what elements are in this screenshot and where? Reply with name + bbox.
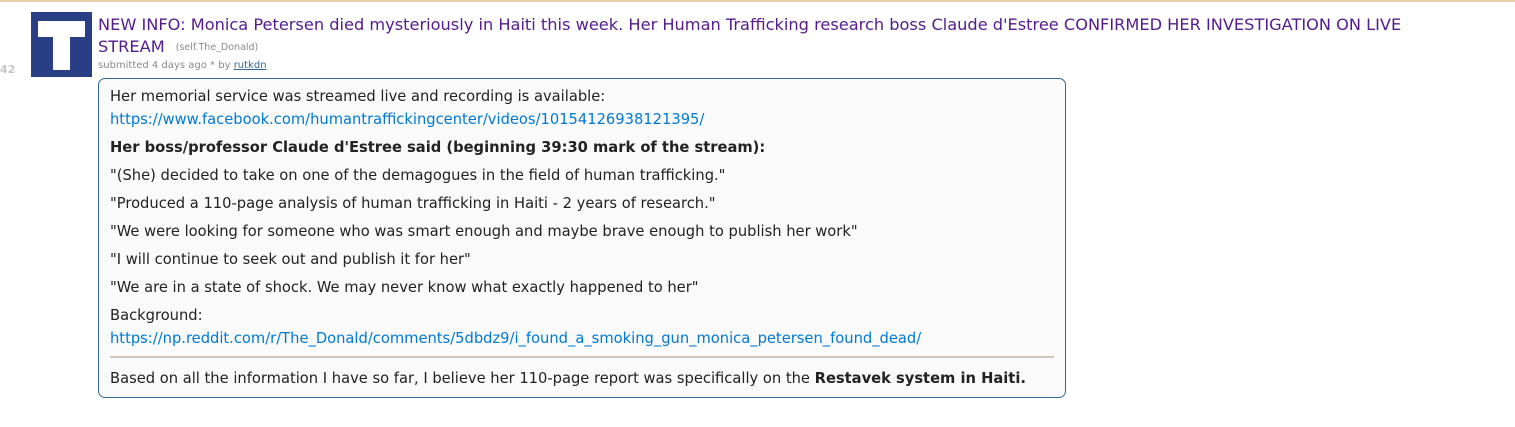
quote-2: "Produced a 110-page analysis of human t… — [110, 195, 716, 212]
t-logo-icon — [31, 12, 92, 77]
author-link[interactable]: rutkdn — [234, 60, 267, 71]
submitted-time: submitted 4 days ago — [98, 60, 207, 71]
selftext-body: Her memorial service was streamed live a… — [98, 78, 1066, 398]
section-divider — [110, 356, 1054, 358]
quote-4: "I will continue to seek out and publish… — [110, 251, 471, 268]
quote-3: "We were looking for someone who was sma… — [110, 223, 858, 240]
memorial-line: Her memorial service was streamed live a… — [110, 88, 606, 105]
background-reddit-link[interactable]: https://np.reddit.com/r/The_Donald/comme… — [110, 330, 921, 347]
background-label: Background: — [110, 307, 203, 324]
post-domain[interactable]: (self.The_Donald) — [176, 42, 259, 53]
memorial-paragraph: Her memorial service was streamed live a… — [110, 85, 1054, 131]
post-title-block: NEW INFO: Monica Petersen died mysteriou… — [98, 14, 1508, 58]
post-title-link[interactable]: NEW INFO: Monica Petersen died mysteriou… — [98, 15, 1401, 56]
background-paragraph: Background: https://np.reddit.com/r/The_… — [110, 304, 1054, 350]
header-divider — [0, 0, 1515, 2]
facebook-video-link[interactable]: https://www.facebook.com/humantraffickin… — [110, 111, 704, 128]
conclusion-text: Based on all the information I have so f… — [110, 370, 815, 387]
conclusion-paragraph: Based on all the information I have so f… — [110, 367, 1054, 390]
boss-heading: Her boss/professor Claude d'Estree said … — [110, 139, 766, 156]
quote-5: "We are in a state of shock. We may neve… — [110, 279, 699, 296]
subreddit-thumbnail[interactable] — [31, 12, 92, 77]
by-label: by — [218, 60, 231, 71]
score-count: 42 — [0, 63, 16, 76]
post-tagline: submitted 4 days ago * by rutkdn — [98, 60, 267, 71]
edited-marker: * — [210, 60, 216, 71]
conclusion-bold: Restavek system in Haiti. — [814, 370, 1026, 387]
quote-1: "(She) decided to take on one of the dem… — [110, 167, 726, 184]
